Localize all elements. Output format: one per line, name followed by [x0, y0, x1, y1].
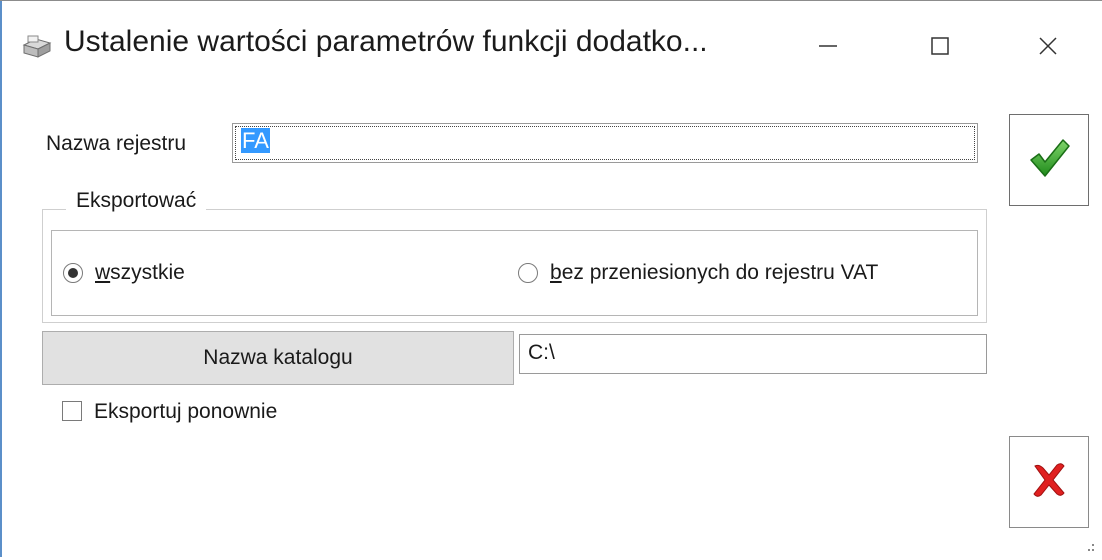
- eksportuj-ponownie-label[interactable]: Eksportuj ponownie: [94, 400, 277, 424]
- radio-bez-przeniesionych[interactable]: [518, 263, 538, 283]
- cancel-button[interactable]: [1009, 436, 1089, 528]
- nazwa-rejestru-value: FA: [241, 128, 270, 153]
- radio-wszystkie[interactable]: [63, 263, 83, 283]
- close-button[interactable]: [1018, 25, 1078, 71]
- radio-bez-przeniesionych-text: ez przeniesionych do rejestru VAT: [561, 261, 879, 284]
- radio-bez-przeniesionych-label[interactable]: bez przeniesionych do rejestru VAT: [550, 261, 878, 285]
- eksportuj-ponownie-checkbox[interactable]: [62, 401, 82, 421]
- dialog-window: Ustalenie wartości parametrów funkcji do…: [0, 0, 1102, 557]
- nazwa-katalogu-input[interactable]: C:\: [519, 334, 987, 374]
- ok-button[interactable]: [1009, 114, 1089, 206]
- nazwa-rejestru-label: Nazwa rejestru: [46, 132, 187, 155]
- eksportowac-group-title: Eksportować: [66, 189, 207, 213]
- green-checkmark-icon: [1027, 136, 1071, 184]
- minimize-icon: [817, 35, 839, 61]
- nazwa-rejestru-input[interactable]: FA: [232, 123, 978, 163]
- maximize-button[interactable]: [910, 25, 970, 71]
- red-x-icon: [1029, 460, 1069, 504]
- resize-grip-icon[interactable]: [1088, 541, 1096, 555]
- window-title: Ustalenie wartości parametrów funkcji do…: [64, 25, 708, 58]
- nazwa-katalogu-button[interactable]: Nazwa katalogu: [42, 331, 514, 385]
- radio-bez-przeniesionych-mnemonic: b: [550, 261, 562, 284]
- radio-wszystkie-text: szystkie: [110, 261, 185, 284]
- title-bar[interactable]: Ustalenie wartości parametrów funkcji do…: [0, 1, 1102, 91]
- radio-wszystkie-label[interactable]: wszystkie: [95, 261, 185, 285]
- radio-wszystkie-mnemonic: w: [95, 261, 111, 284]
- maximize-icon: [929, 35, 951, 61]
- minimize-button[interactable]: [798, 25, 858, 71]
- close-icon: [1037, 35, 1059, 61]
- app-icon: [22, 35, 52, 61]
